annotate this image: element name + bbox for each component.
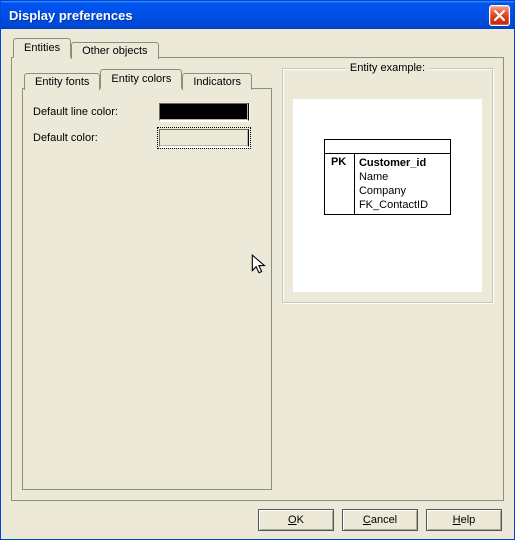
- close-icon[interactable]: [489, 5, 510, 26]
- label-line-color: Default line color:: [33, 106, 159, 118]
- entity-header: [325, 140, 450, 154]
- main-tabpanel: Entity fonts Entity colors Indicators De…: [11, 57, 504, 501]
- entity-field: Customer_id: [359, 156, 428, 170]
- entity-field: FK_ContactID: [359, 198, 428, 212]
- entity-body: PK Customer_id Name Company FK_ContactID: [325, 154, 450, 214]
- tab-other-objects[interactable]: Other objects: [71, 42, 158, 59]
- groupbox-legend: Entity example:: [283, 62, 492, 74]
- row-line-color: Default line color:: [33, 103, 261, 121]
- tab-entities[interactable]: Entities: [13, 38, 71, 58]
- tab-entity-colors[interactable]: Entity colors: [100, 69, 182, 89]
- entity-field: Company: [359, 184, 428, 198]
- sub-tabpanel: Default line color: Default color:: [22, 88, 272, 490]
- right-column: Entity example: PK Customer_id Name Comp…: [282, 68, 493, 490]
- tab-indicators[interactable]: Indicators: [182, 73, 252, 90]
- sub-tabs: Entity fonts Entity colors Indicators: [24, 68, 272, 88]
- client-area: Entities Other objects Entity fonts Enti…: [1, 29, 514, 539]
- ok-button[interactable]: OK: [258, 509, 334, 531]
- swatch-default-color[interactable]: [159, 129, 249, 147]
- entity-field: Name: [359, 170, 428, 184]
- entity-diagram: PK Customer_id Name Company FK_ContactID: [324, 139, 451, 215]
- entity-preview: PK Customer_id Name Company FK_ContactID: [293, 99, 482, 292]
- titlebar: Display preferences: [1, 1, 514, 29]
- tab-entity-fonts[interactable]: Entity fonts: [24, 73, 100, 90]
- swatch-line-color[interactable]: [159, 103, 249, 121]
- entity-fields: Customer_id Name Company FK_ContactID: [355, 154, 450, 214]
- label-default-color: Default color:: [33, 132, 159, 144]
- left-column: Entity fonts Entity colors Indicators De…: [22, 68, 272, 490]
- help-button[interactable]: Help: [426, 509, 502, 531]
- row-default-color: Default color:: [33, 129, 261, 147]
- window-title: Display preferences: [9, 8, 489, 23]
- dialog-buttons: OK Cancel Help: [11, 501, 504, 531]
- main-tabs: Entities Other objects: [13, 37, 504, 57]
- dialog-display-preferences: Display preferences Entities Other objec…: [0, 0, 515, 540]
- entity-pk: PK: [325, 154, 355, 214]
- groupbox-entity-example: Entity example: PK Customer_id Name Comp…: [282, 68, 493, 303]
- cancel-button[interactable]: Cancel: [342, 509, 418, 531]
